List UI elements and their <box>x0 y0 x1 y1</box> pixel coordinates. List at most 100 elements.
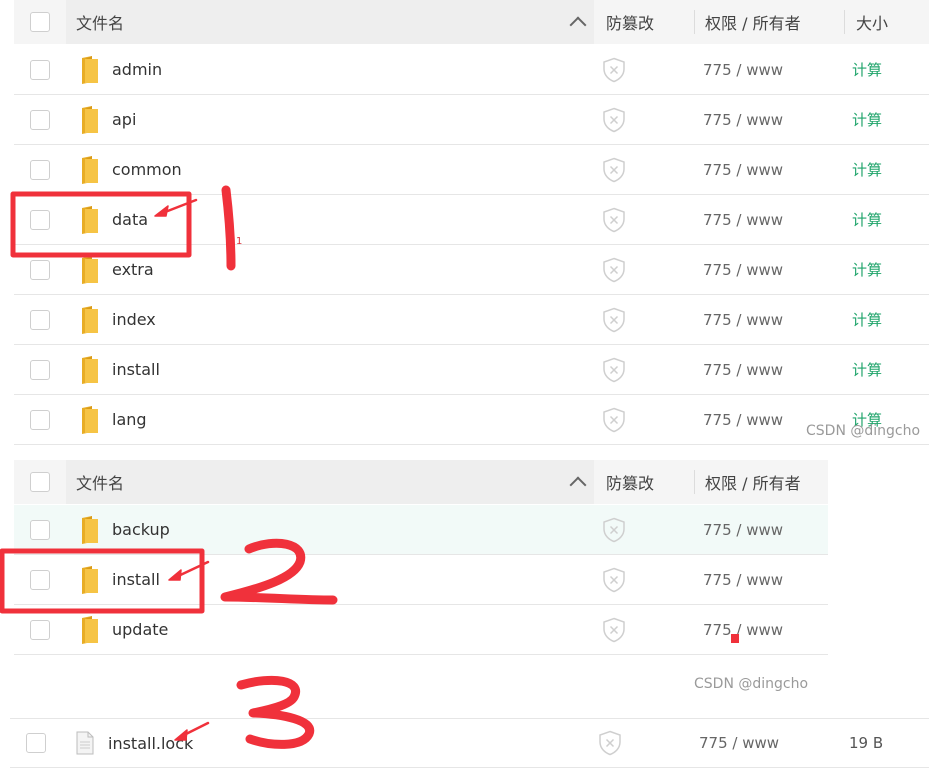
perm-owner[interactable]: 775 / www <box>703 621 783 639</box>
folder-name[interactable]: lang <box>112 410 147 429</box>
perm-owner[interactable]: 775 / www <box>699 734 779 752</box>
folder-icon <box>82 615 98 644</box>
table-row[interactable]: api 775 / www 计算 <box>14 95 929 145</box>
calculate-size-link[interactable]: 计算 <box>852 159 882 180</box>
sort-chevron-up-icon[interactable] <box>569 476 587 494</box>
file-name[interactable]: install.lock <box>108 734 193 753</box>
tamper-shield-icon[interactable] <box>602 307 626 333</box>
csdn-watermark-1: CSDN @dingcho <box>806 423 921 439</box>
tamper-column-header: 防篡改 <box>606 14 655 33</box>
folder-name[interactable]: update <box>112 620 168 639</box>
row-checkbox[interactable] <box>30 359 50 380</box>
tamper-shield-icon[interactable] <box>602 257 626 283</box>
folder-name[interactable]: data <box>112 210 148 229</box>
table-row[interactable]: extra 775 / www 计算 <box>14 245 929 295</box>
filename-column-header[interactable]: 文件名 <box>66 460 594 504</box>
folder-icon <box>82 405 98 434</box>
tamper-shield-icon[interactable] <box>602 357 626 383</box>
tamper-shield-icon[interactable] <box>602 107 626 133</box>
folder-name[interactable]: index <box>112 310 156 329</box>
table-row[interactable]: lang 775 / www 计算 <box>14 395 929 445</box>
folder-name[interactable]: extra <box>112 260 154 279</box>
folder-icon <box>82 205 98 234</box>
csdn-watermark-2: CSDN @dingcho <box>694 676 809 692</box>
row-checkbox[interactable] <box>30 209 50 230</box>
perm-owner[interactable]: 775 / www <box>703 261 783 279</box>
calculate-size-link[interactable]: 计算 <box>852 359 882 380</box>
folder-name[interactable]: backup <box>112 520 170 539</box>
perm-owner[interactable]: 775 / www <box>703 361 783 379</box>
row-checkbox[interactable] <box>30 259 50 280</box>
file-size: 19 B <box>849 734 884 752</box>
table-row[interactable]: index 775 / www 计算 <box>14 295 929 345</box>
folder-icon <box>82 155 98 184</box>
folder-icon <box>82 355 98 384</box>
folder-icon <box>82 55 98 84</box>
perm-owner[interactable]: 775 / www <box>703 211 783 229</box>
folder-icon <box>82 255 98 284</box>
table-header: 文件名 防篡改 权限 / 所有者 大小 <box>14 0 929 44</box>
folder-name[interactable]: api <box>112 110 136 129</box>
tamper-shield-icon[interactable] <box>598 730 622 756</box>
file-icon <box>76 731 94 755</box>
file-table-3: install.lock 775 / www 19 B <box>10 718 929 770</box>
folder-icon <box>82 565 98 594</box>
folder-icon <box>82 105 98 134</box>
perm-owner[interactable]: 775 / www <box>703 111 783 129</box>
table-header: 文件名 防篡改 权限 / 所有者 <box>14 460 828 504</box>
calculate-size-link[interactable]: 计算 <box>852 59 882 80</box>
filename-header-label: 文件名 <box>76 14 125 33</box>
table-row[interactable]: update 775 / www <box>14 605 828 655</box>
tamper-shield-icon[interactable] <box>602 207 626 233</box>
size-column-header: 大小 <box>856 14 889 33</box>
row-checkbox[interactable] <box>30 159 50 180</box>
table-row[interactable]: install 775 / www 计算 <box>14 345 929 395</box>
select-all-checkbox[interactable] <box>30 472 50 492</box>
folder-name[interactable]: admin <box>112 60 162 79</box>
perm-owner[interactable]: 775 / www <box>703 161 783 179</box>
select-all-checkbox[interactable] <box>30 12 50 32</box>
file-table-2: 文件名 防篡改 权限 / 所有者 backup 775 / www install 7… <box>14 460 828 656</box>
filename-header-label: 文件名 <box>76 474 125 493</box>
perm-owner[interactable]: 775 / www <box>703 311 783 329</box>
perm-owner[interactable]: 775 / www <box>703 521 783 539</box>
row-checkbox[interactable] <box>30 109 50 130</box>
file-table-1: 文件名 防篡改 权限 / 所有者 大小 admin 775 / www 计算 api 7… <box>14 0 929 445</box>
table-row[interactable]: install.lock 775 / www 19 B <box>10 718 929 768</box>
filename-column-header[interactable]: 文件名 <box>66 0 594 44</box>
perm-owner[interactable]: 775 / www <box>703 61 783 79</box>
tamper-shield-icon[interactable] <box>602 567 626 593</box>
row-checkbox[interactable] <box>30 519 50 540</box>
table-row[interactable]: backup 775 / www <box>14 505 828 555</box>
table-row[interactable]: admin 775 / www 计算 <box>14 45 929 95</box>
tamper-column-header: 防篡改 <box>606 474 655 493</box>
table-row[interactable]: data 775 / www 计算 <box>14 195 929 245</box>
calculate-size-link[interactable]: 计算 <box>852 259 882 280</box>
calculate-size-link[interactable]: 计算 <box>852 109 882 130</box>
row-checkbox[interactable] <box>26 733 46 753</box>
annotation-small-label: 1 <box>236 236 243 247</box>
table-row[interactable]: common 775 / www 计算 <box>14 145 929 195</box>
table-row[interactable]: install 775 / www <box>14 555 828 605</box>
folder-name[interactable]: install <box>112 570 160 589</box>
calculate-size-link[interactable]: 计算 <box>852 209 882 230</box>
folder-icon <box>82 305 98 334</box>
row-checkbox[interactable] <box>30 619 50 640</box>
row-checkbox[interactable] <box>30 59 50 80</box>
perm-column-header: 权限 / 所有者 <box>705 474 801 493</box>
row-checkbox[interactable] <box>30 309 50 330</box>
tamper-shield-icon[interactable] <box>602 157 626 183</box>
tamper-shield-icon[interactable] <box>602 57 626 83</box>
sort-chevron-up-icon[interactable] <box>569 16 587 34</box>
tamper-shield-icon[interactable] <box>602 617 626 643</box>
row-checkbox[interactable] <box>30 409 50 430</box>
row-checkbox[interactable] <box>30 569 50 590</box>
tamper-shield-icon[interactable] <box>602 517 626 543</box>
calculate-size-link[interactable]: 计算 <box>852 309 882 330</box>
tamper-shield-icon[interactable] <box>602 407 626 433</box>
perm-column-header: 权限 / 所有者 <box>705 14 801 33</box>
perm-owner[interactable]: 775 / www <box>703 411 783 429</box>
folder-name[interactable]: install <box>112 360 160 379</box>
folder-name[interactable]: common <box>112 160 182 179</box>
perm-owner[interactable]: 775 / www <box>703 571 783 589</box>
